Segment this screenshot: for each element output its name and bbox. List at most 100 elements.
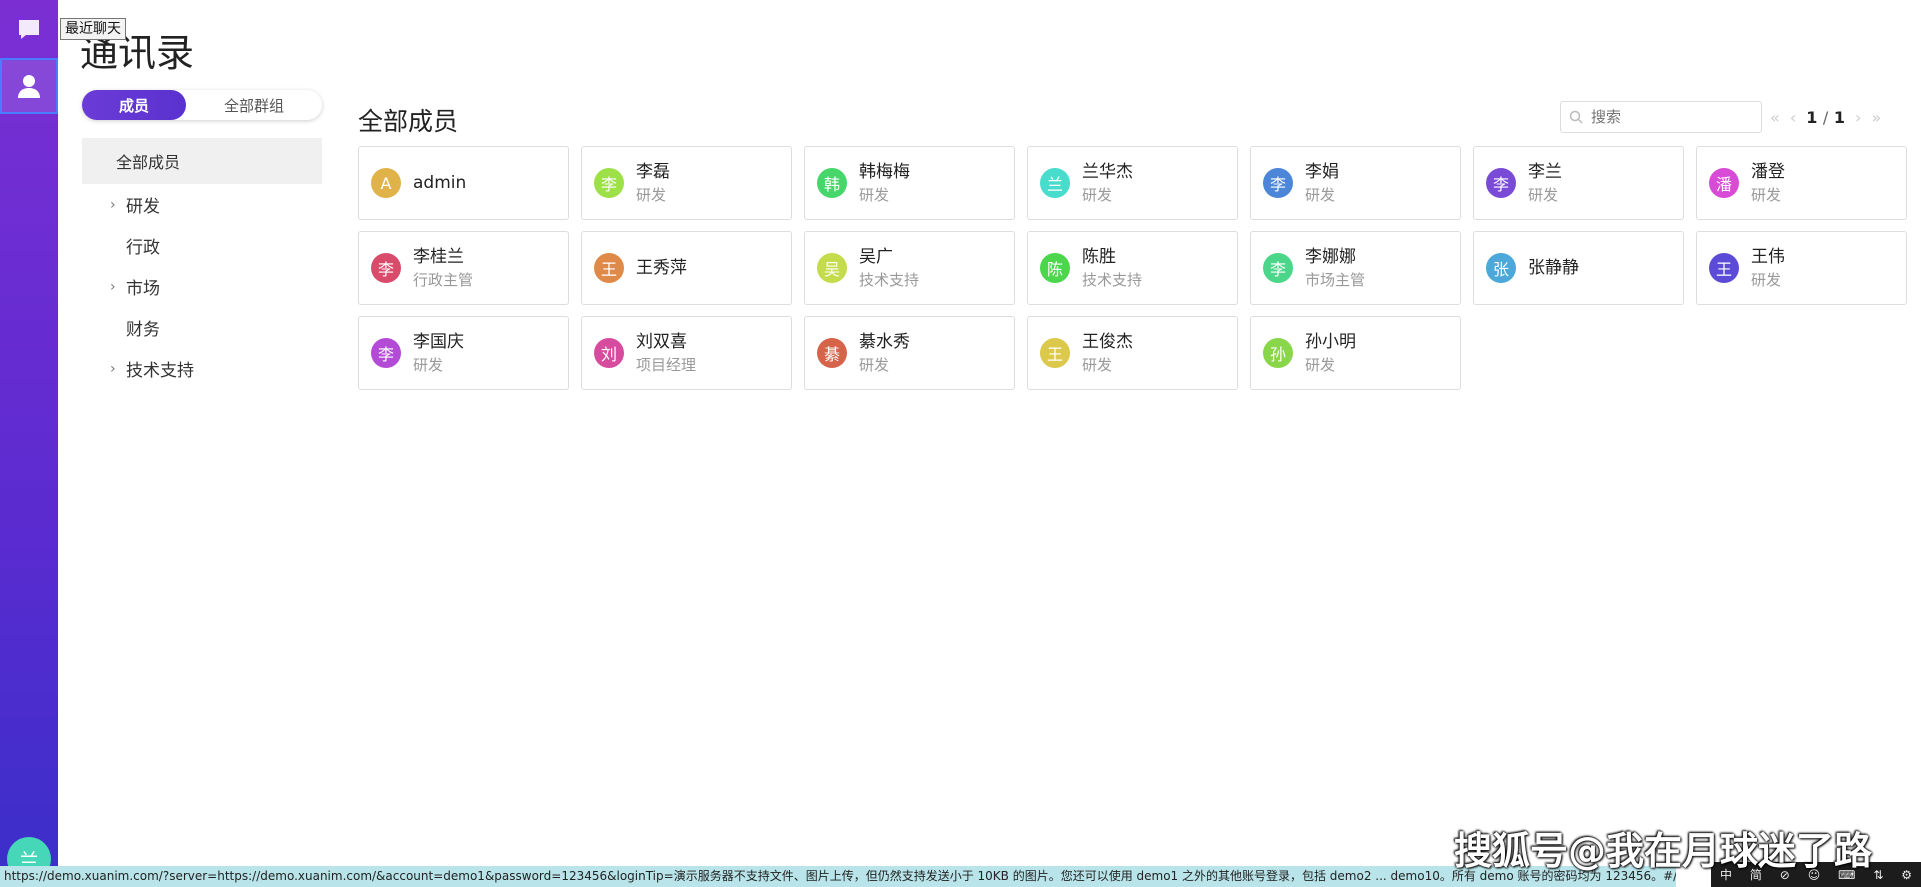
search-box[interactable] <box>1560 101 1762 133</box>
member-card[interactable]: 李李磊 研发 <box>581 146 792 220</box>
member-avatar: 韩 <box>817 168 847 198</box>
member-card[interactable]: 李李桂兰 行政主管 <box>358 231 569 305</box>
member-role: 研发 <box>1305 356 1336 374</box>
member-name: 李国庆 <box>413 332 464 352</box>
page-indicator: 1 / 1 <box>1806 108 1845 127</box>
member-name: 张静静 <box>1528 258 1579 278</box>
member-name: 陈胜 <box>1082 247 1116 267</box>
next-page-button[interactable]: › <box>1855 108 1861 127</box>
department-label: 研发 <box>126 197 160 217</box>
member-role: 研发 <box>859 186 890 204</box>
department-label: 行政 <box>126 238 160 258</box>
member-role: 项目经理 <box>636 356 697 374</box>
department-label: 技术支持 <box>126 361 194 381</box>
nav-all-members[interactable]: 全部成员 <box>82 138 322 184</box>
member-avatar: 兰 <box>1040 168 1070 198</box>
member-grid: Aadmin 李李磊 研发韩韩梅梅 研发兰兰华杰 研发李李娟 研发李李兰 研发潘潘登 研发李李… <box>358 146 1908 390</box>
member-card[interactable]: 孙孙小明 研发 <box>1250 316 1461 390</box>
member-info: 潘登 研发 <box>1751 160 1785 206</box>
member-role: 研发 <box>1305 186 1336 204</box>
member-info: 吴广 技术支持 <box>859 245 919 291</box>
member-card[interactable]: 潘潘登 研发 <box>1696 146 1907 220</box>
prev-page-button[interactable]: ‹ <box>1790 108 1796 127</box>
member-card[interactable]: 綦綦水秀 研发 <box>804 316 1015 390</box>
member-card[interactable]: 张张静静 <box>1473 231 1684 305</box>
member-avatar: 潘 <box>1709 168 1739 198</box>
member-card[interactable]: 李李娟 研发 <box>1250 146 1461 220</box>
member-info: 李兰 研发 <box>1528 160 1562 206</box>
member-info: 刘双喜 项目经理 <box>636 330 696 376</box>
member-info: 李磊 研发 <box>636 160 670 206</box>
recent-chats-button[interactable] <box>0 2 58 58</box>
member-name: 刘双喜 <box>636 332 687 352</box>
member-avatar: 王 <box>594 253 624 283</box>
member-info: 王伟 研发 <box>1751 245 1785 291</box>
department-tree: 全部成员 › 研发 ›行政 › 市场 ›财务 › 技术支持 <box>82 138 322 389</box>
member-role: 研发 <box>1751 271 1782 289</box>
member-avatar: 李 <box>371 338 401 368</box>
member-name: 李娟 <box>1305 162 1339 182</box>
member-card[interactable]: 韩韩梅梅研发 <box>804 146 1015 220</box>
member-role: 研发 <box>1082 186 1113 204</box>
last-page-button[interactable]: » <box>1871 108 1881 127</box>
member-name: 李兰 <box>1528 162 1562 182</box>
department-item[interactable]: › 研发 <box>82 184 322 225</box>
chat-icon <box>19 20 39 39</box>
member-card[interactable]: 王王秀萍 <box>581 231 792 305</box>
tab-members[interactable]: 成员 <box>82 90 186 120</box>
member-role: 研发 <box>859 356 890 374</box>
member-name: 綦水秀 <box>859 332 910 352</box>
chevron-right-icon: › <box>110 360 116 377</box>
member-avatar: 李 <box>594 168 624 198</box>
member-name: 李桂兰 <box>413 247 464 267</box>
member-info: 李桂兰 行政主管 <box>413 245 473 291</box>
member-role: 研发 <box>1528 186 1559 204</box>
tab-all-groups[interactable]: 全部群组 <box>186 90 322 120</box>
member-name: 李磊 <box>636 162 670 182</box>
member-card[interactable]: 兰兰华杰 研发 <box>1027 146 1238 220</box>
recent-chats-tooltip: 最近聊天 <box>60 18 126 40</box>
member-card[interactable]: 李李娜娜 市场主管 <box>1250 231 1461 305</box>
member-card[interactable]: 陈陈胜技术支持 <box>1027 231 1238 305</box>
contacts-button[interactable] <box>0 58 58 114</box>
member-card[interactable]: 王王伟 研发 <box>1696 231 1907 305</box>
member-card[interactable]: Aadmin <box>358 146 569 220</box>
member-info: admin <box>413 171 466 195</box>
department-item[interactable]: › 市场 <box>82 266 322 307</box>
member-role: 技术支持 <box>1082 271 1143 289</box>
member-name: admin <box>413 173 467 193</box>
department-item[interactable]: ›行政 <box>82 225 322 266</box>
search-icon <box>1569 110 1583 124</box>
first-page-button[interactable]: « <box>1770 108 1780 127</box>
member-avatar: 吴 <box>817 253 847 283</box>
member-card[interactable]: 李李国庆研发 <box>358 316 569 390</box>
department-item[interactable]: › 技术支持 <box>82 348 322 389</box>
member-info: 李娟 研发 <box>1305 160 1339 206</box>
member-avatar: A <box>371 168 401 198</box>
member-name: 李娜娜 <box>1305 247 1356 267</box>
member-info: 韩梅梅 研发 <box>859 160 910 206</box>
member-card[interactable]: 刘刘双喜 项目经理 <box>581 316 792 390</box>
member-role: 研发 <box>413 356 444 374</box>
member-name: 潘登 <box>1751 162 1785 182</box>
member-info: 孙小明 研发 <box>1305 330 1356 376</box>
member-card[interactable]: 李李兰 研发 <box>1473 146 1684 220</box>
department-item[interactable]: ›财务 <box>82 307 322 348</box>
member-role: 市场主管 <box>1305 271 1366 289</box>
member-avatar: 陈 <box>1040 253 1070 283</box>
member-name: 王俊杰 <box>1082 332 1133 352</box>
member-card[interactable]: 王王俊杰 研发 <box>1027 316 1238 390</box>
app-nav-rail: 兰 <box>0 0 58 887</box>
page-separator: / <box>1822 107 1829 127</box>
member-name: 王秀萍 <box>636 258 687 278</box>
member-info: 张静静 <box>1528 256 1579 280</box>
ime-button[interactable]: ⇅ <box>1873 868 1883 882</box>
search-input[interactable] <box>1589 107 1753 127</box>
member-card[interactable]: 吴吴广 技术支持 <box>804 231 1015 305</box>
ime-button[interactable]: ⚙ <box>1901 868 1912 882</box>
member-avatar: 张 <box>1486 253 1516 283</box>
member-role: 技术支持 <box>859 271 920 289</box>
department-label: 财务 <box>126 320 160 340</box>
watermark: 搜狐号@我在月球迷了路 <box>1454 829 1873 873</box>
member-name: 韩梅梅 <box>859 162 910 182</box>
